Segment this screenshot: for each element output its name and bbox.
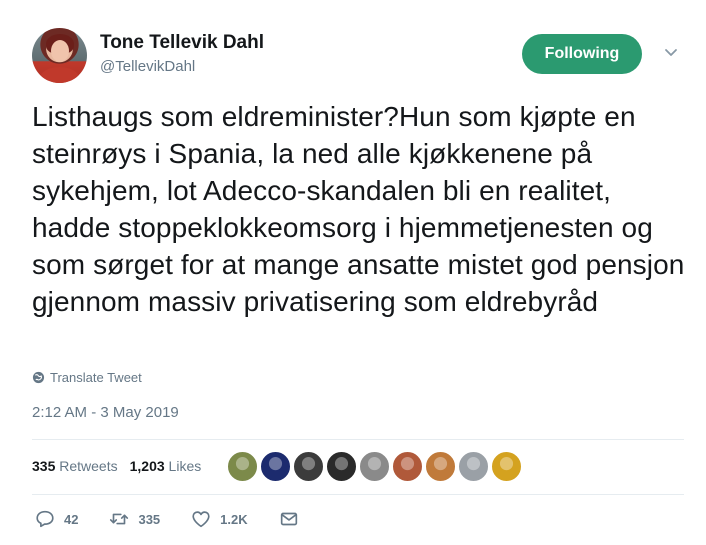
liker-avatars	[227, 450, 523, 482]
tweet-header: Tone Tellevik Dahl @TellevikDahl Followi…	[32, 26, 684, 86]
translate-tweet-link[interactable]: Translate Tweet	[32, 370, 142, 385]
retweet-button[interactable]: 335	[108, 508, 160, 530]
reply-button[interactable]: 42	[34, 508, 78, 530]
tweet-actions: 42 335 1.2K	[34, 508, 330, 530]
tweet-card: Tone Tellevik Dahl @TellevikDahl Followi…	[0, 0, 706, 545]
retweets-count: 335	[32, 458, 56, 474]
author-handle[interactable]: @TellevikDahl	[100, 57, 264, 77]
divider	[32, 494, 684, 495]
divider	[32, 439, 684, 440]
following-button[interactable]: Following	[522, 34, 642, 74]
globe-icon	[32, 371, 45, 384]
liker-avatar[interactable]	[293, 450, 325, 482]
liker-avatar[interactable]	[260, 450, 292, 482]
liker-avatar[interactable]	[392, 450, 424, 482]
likes-count: 1,203	[129, 458, 165, 474]
liker-avatar[interactable]	[425, 450, 457, 482]
retweets-label: Retweets	[59, 458, 118, 474]
reply-count: 42	[64, 511, 79, 527]
tweet-stats: 335 Retweets 1,203 Likes	[32, 448, 684, 484]
liker-avatar[interactable]	[227, 450, 259, 482]
reply-icon	[36, 510, 54, 528]
avatar[interactable]	[32, 28, 87, 83]
tweet-text: Listhaugs som eldreminister?Hun som kjøp…	[32, 101, 685, 317]
likes-label: Likes	[168, 458, 202, 474]
liker-avatar[interactable]	[458, 450, 490, 482]
liker-avatar[interactable]	[359, 450, 391, 482]
direct-message-button[interactable]	[278, 508, 300, 530]
liker-avatar[interactable]	[491, 450, 523, 482]
retweets-stat[interactable]: 335 Retweets	[32, 458, 118, 474]
tweet-timestamp[interactable]: 2:12 AM - 3 May 2019	[32, 404, 179, 421]
translate-label: Translate Tweet	[50, 370, 142, 385]
like-count: 1.2K	[220, 511, 248, 527]
like-button[interactable]: 1.2K	[190, 508, 248, 530]
liker-avatar[interactable]	[326, 450, 358, 482]
likes-stat[interactable]: 1,203 Likes	[130, 458, 202, 474]
heart-icon	[192, 511, 210, 528]
envelope-icon	[280, 512, 297, 526]
chevron-down-icon[interactable]	[662, 44, 680, 62]
author-names: Tone Tellevik Dahl @TellevikDahl	[100, 32, 264, 77]
retweet-icon	[110, 513, 129, 525]
retweet-count: 335	[138, 511, 161, 527]
author-display-name[interactable]: Tone Tellevik Dahl	[100, 32, 264, 54]
